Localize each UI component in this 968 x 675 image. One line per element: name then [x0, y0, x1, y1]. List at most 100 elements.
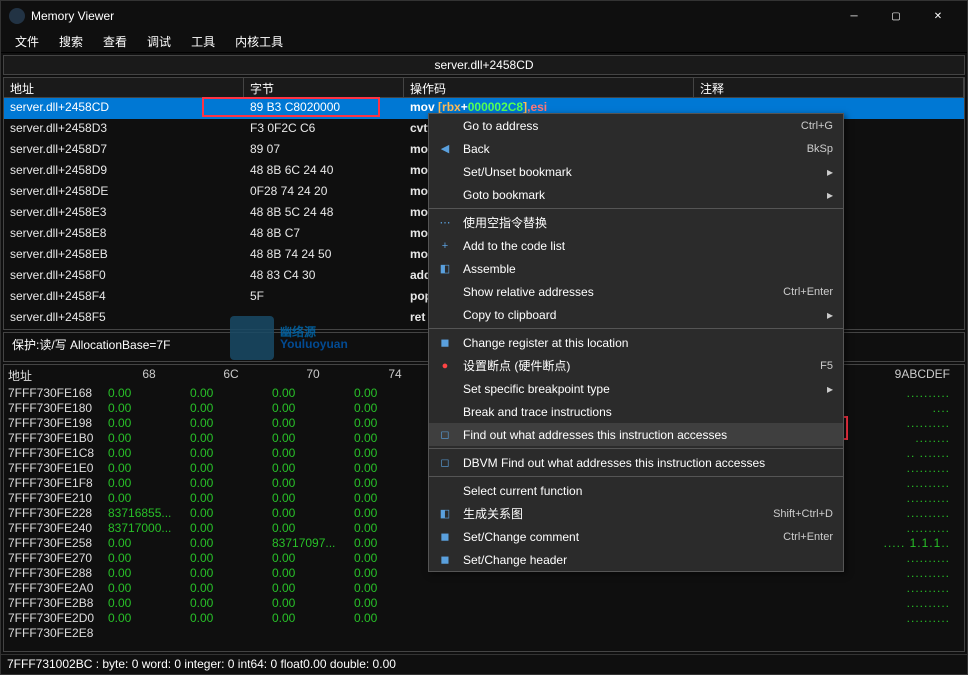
- context-menu-item[interactable]: ●设置断点 (硬件断点)F5: [429, 354, 843, 377]
- cell-addr: server.dll+2458F5: [4, 308, 244, 329]
- menu-label: Find out what addresses this instruction…: [463, 428, 833, 442]
- col-comment[interactable]: 注释: [694, 78, 964, 97]
- context-menu-item[interactable]: Show relative addressesCtrl+Enter: [429, 280, 843, 303]
- context-menu-item[interactable]: ◀BackBkSp: [429, 137, 843, 160]
- col-bytes[interactable]: 字节: [244, 78, 404, 97]
- menu-2[interactable]: 查看: [93, 31, 137, 52]
- hex-ascii: ..........: [907, 476, 950, 491]
- menu-icon: ◧: [435, 507, 455, 520]
- menu-icon: ◻: [435, 428, 455, 441]
- hex-val: 0.00: [108, 596, 190, 611]
- cell-bytes: 48 8B 5C 24 48: [244, 203, 404, 224]
- minimize-button[interactable]: ─: [833, 1, 875, 31]
- cell-addr: server.dll+2458DE: [4, 182, 244, 203]
- hex-val: 0.00: [190, 476, 272, 491]
- hex-ascii: ..........: [907, 491, 950, 506]
- cell-bytes: 48 8B 6C 24 40: [244, 161, 404, 182]
- hex-addr: 7FFF730FE1E0: [8, 461, 108, 476]
- context-menu-item[interactable]: Set specific breakpoint type▸: [429, 377, 843, 400]
- hex-row[interactable]: 7FFF730FE2D00.000.000.000.00..........: [4, 611, 964, 626]
- hex-ascii: .. .......: [907, 446, 950, 461]
- context-menu-item[interactable]: ◻DBVM Find out what addresses this instr…: [429, 451, 843, 474]
- context-menu-item[interactable]: Go to addressCtrl+G: [429, 114, 843, 137]
- hex-val: 0.00: [354, 521, 436, 536]
- cell-addr: server.dll+2458D3: [4, 119, 244, 140]
- hex-val: 0.00: [190, 551, 272, 566]
- menu-4[interactable]: 工具: [181, 31, 225, 52]
- hex-ascii: ........: [915, 431, 950, 446]
- menu-shortcut: Ctrl+Enter: [783, 531, 833, 543]
- hex-val: 0.00: [354, 551, 436, 566]
- menu-label: Select current function: [463, 484, 833, 498]
- context-menu-item[interactable]: ◻ Find out what addresses this instructio…: [429, 423, 843, 446]
- hex-ascii: ..........: [907, 611, 950, 626]
- hex-val: 0.00: [272, 431, 354, 446]
- close-button[interactable]: ✕: [917, 1, 959, 31]
- hex-val: 0.00: [354, 476, 436, 491]
- submenu-arrow-icon: ▸: [827, 188, 833, 202]
- context-menu-item[interactable]: ◼Set/Change commentCtrl+Enter: [429, 525, 843, 548]
- context-menu-item[interactable]: ◧Assemble: [429, 257, 843, 280]
- menu-3[interactable]: 调试: [137, 31, 181, 52]
- menu-label: Set/Change comment: [463, 530, 783, 544]
- hex-val: 83717097...: [272, 536, 354, 551]
- hex-val: 0.00: [354, 416, 436, 431]
- context-menu-item[interactable]: ◼Set/Change header: [429, 548, 843, 571]
- hex-val: [108, 626, 190, 641]
- context-menu-item[interactable]: Copy to clipboard▸: [429, 303, 843, 326]
- hex-row[interactable]: 7FFF730FE2B80.000.000.000.00..........: [4, 596, 964, 611]
- context-menu-item[interactable]: ◼Change register at this location: [429, 331, 843, 354]
- cell-bytes: 48 8B 74 24 50: [244, 245, 404, 266]
- context-menu-item[interactable]: Select current function: [429, 479, 843, 502]
- context-menu-item[interactable]: ⋯使用空指令替换: [429, 211, 843, 234]
- hex-val: 0.00: [272, 401, 354, 416]
- context-menu-item[interactable]: Goto bookmark▸: [429, 183, 843, 206]
- hex-val: 0.00: [272, 386, 354, 401]
- cell-addr: server.dll+2458F4: [4, 287, 244, 308]
- maximize-button[interactable]: ▢: [875, 1, 917, 31]
- hex-addr: 7FFF730FE210: [8, 491, 108, 506]
- context-menu-item[interactable]: +Add to the code list: [429, 234, 843, 257]
- hex-val: 0.00: [272, 461, 354, 476]
- hex-val: 0.00: [190, 506, 272, 521]
- hex-ascii: ..... 1.1.1..: [884, 536, 950, 551]
- hex-val: 0.00: [108, 386, 190, 401]
- col-opcode[interactable]: 操作码: [404, 78, 694, 97]
- menu-1[interactable]: 搜索: [49, 31, 93, 52]
- hex-ascii: ..........: [907, 416, 950, 431]
- hex-ascii: ..........: [907, 386, 950, 401]
- hex-val: 0.00: [354, 461, 436, 476]
- hex-val: 0.00: [190, 416, 272, 431]
- submenu-arrow-icon: ▸: [827, 165, 833, 179]
- context-menu-item[interactable]: Break and trace instructions: [429, 400, 843, 423]
- cell-bytes: F3 0F2C C6: [244, 119, 404, 140]
- hex-row[interactable]: 7FFF730FE2A00.000.000.000.00..........: [4, 581, 964, 596]
- hex-val: 0.00: [272, 566, 354, 581]
- hex-addr: 7FFF730FE1B0: [8, 431, 108, 446]
- hex-ascii: ..........: [907, 506, 950, 521]
- cell-addr: server.dll+2458E3: [4, 203, 244, 224]
- context-menu-item[interactable]: Set/Unset bookmark▸: [429, 160, 843, 183]
- menu-icon: ◼: [435, 336, 455, 349]
- menu-icon: ◻: [435, 456, 455, 469]
- hex-val: 0.00: [108, 551, 190, 566]
- cell-bytes: [244, 308, 404, 329]
- menu-shortcut: F5: [820, 360, 833, 372]
- hex-val: 0.00: [190, 461, 272, 476]
- hex-val: 0.00: [108, 431, 190, 446]
- hex-col-header: 74: [354, 367, 436, 384]
- hex-val: [190, 626, 272, 641]
- protection-label: 保护:读/写 AllocationBase=7F: [6, 334, 176, 355]
- menu-icon: ●: [435, 360, 455, 372]
- hex-val: 83716855...: [108, 506, 190, 521]
- hex-row[interactable]: 7FFF730FE2E8: [4, 626, 964, 641]
- table-header-row: 地址 字节 操作码 注释: [4, 78, 964, 98]
- col-address[interactable]: 地址: [4, 78, 244, 97]
- menu-5[interactable]: 内核工具: [225, 31, 293, 52]
- menu-0[interactable]: 文件: [5, 31, 49, 52]
- hex-val: 0.00: [272, 611, 354, 626]
- hex-val: 0.00: [272, 491, 354, 506]
- hex-val: 0.00: [108, 401, 190, 416]
- context-menu-item[interactable]: ◧生成关系图Shift+Ctrl+D: [429, 502, 843, 525]
- titlebar: Memory Viewer ─ ▢ ✕: [1, 1, 967, 31]
